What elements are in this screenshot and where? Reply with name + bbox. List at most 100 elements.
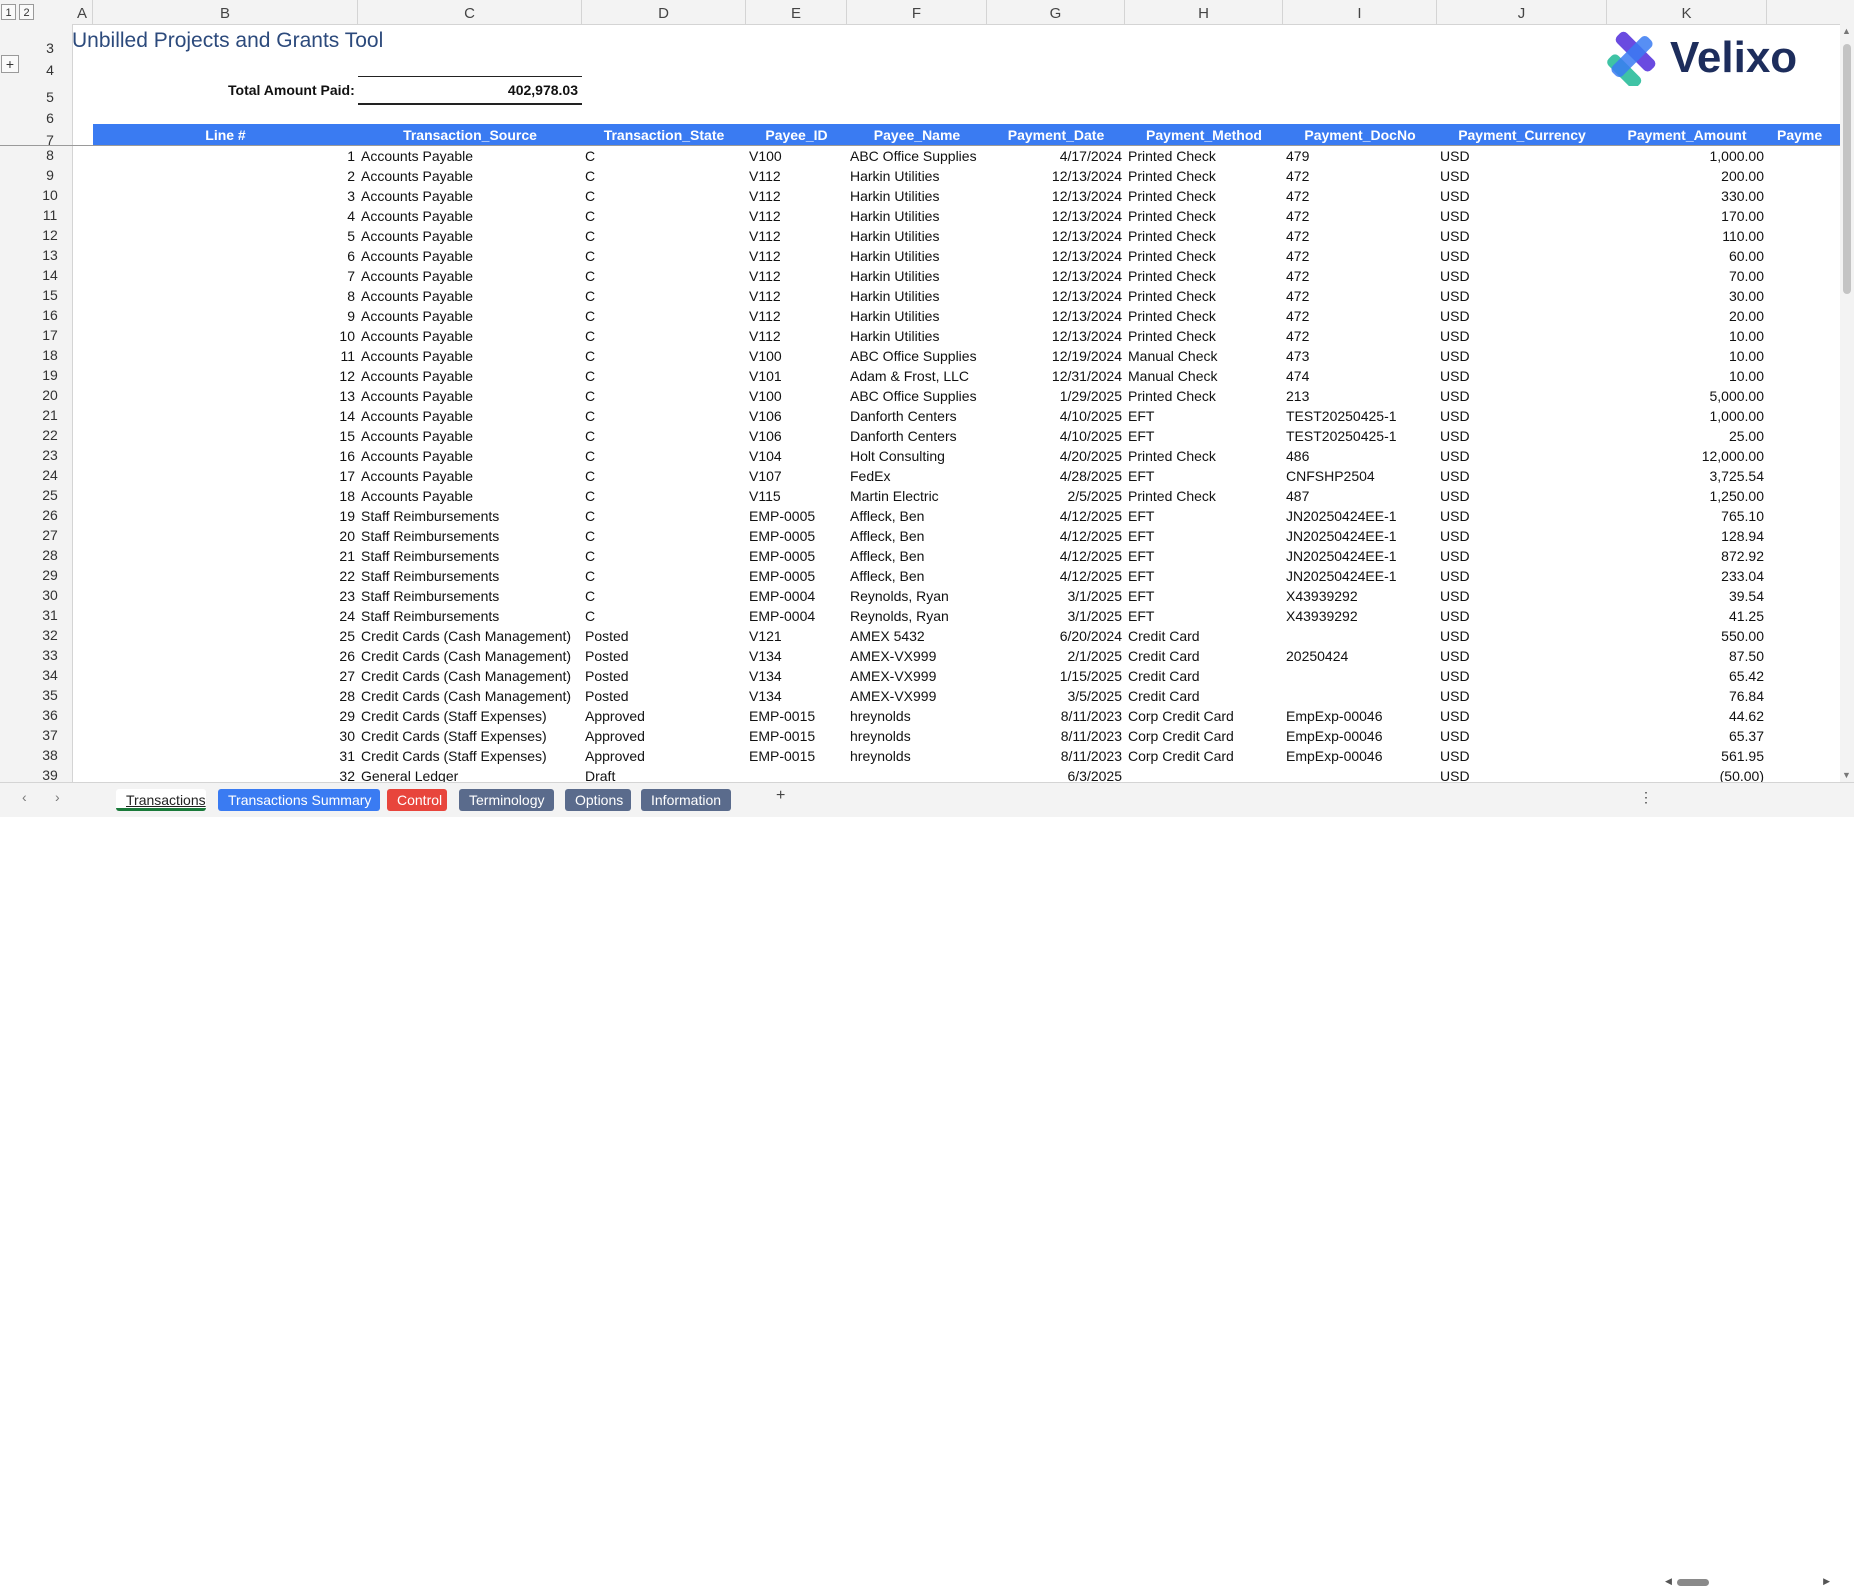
cell-transaction-state[interactable]: C bbox=[585, 286, 746, 306]
outline-level-2-button[interactable]: 2 bbox=[19, 4, 34, 20]
cell-payment-currency[interactable]: USD bbox=[1440, 686, 1607, 706]
cell-payee-name[interactable]: ABC Office Supplies bbox=[850, 386, 987, 406]
vertical-scrollbar[interactable]: ▲ ▼ bbox=[1840, 24, 1854, 782]
cell-payment-docno[interactable]: TEST20250425-1 bbox=[1286, 406, 1437, 426]
cell-transaction-state[interactable]: C bbox=[585, 406, 746, 426]
scroll-down-icon[interactable]: ▼ bbox=[1842, 770, 1851, 780]
cell-payment-currency[interactable]: USD bbox=[1440, 586, 1607, 606]
cell-payment-docno[interactable] bbox=[1286, 666, 1437, 686]
cell-transaction-state[interactable]: C bbox=[585, 186, 746, 206]
cell-transaction-source[interactable]: Accounts Payable bbox=[361, 186, 582, 206]
cell-payment-date[interactable]: 12/13/2024 bbox=[987, 186, 1122, 206]
cell-transaction-source[interactable]: Credit Cards (Cash Management) bbox=[361, 626, 582, 646]
cell-payee-name[interactable]: Harkin Utilities bbox=[850, 306, 987, 326]
column-header-b[interactable]: B bbox=[93, 0, 358, 24]
cell-payment-docno[interactable]: 472 bbox=[1286, 286, 1437, 306]
cell-line-number[interactable]: 20 bbox=[93, 526, 355, 546]
cell-payment-docno[interactable]: 487 bbox=[1286, 486, 1437, 506]
cell-transaction-source[interactable]: Credit Cards (Staff Expenses) bbox=[361, 706, 582, 726]
row-number[interactable]: 20 bbox=[30, 387, 70, 403]
cell-line-number[interactable]: 12 bbox=[93, 366, 355, 386]
cell-payment-amount[interactable]: 330.00 bbox=[1607, 186, 1764, 206]
cell-payment-date[interactable]: 2/1/2025 bbox=[987, 646, 1123, 666]
row-number[interactable]: 19 bbox=[30, 367, 70, 383]
header-line-number[interactable]: Line # bbox=[93, 124, 358, 145]
cell-payment-amount[interactable]: 87.50 bbox=[1607, 646, 1764, 666]
cell-payment-docno[interactable]: 472 bbox=[1286, 306, 1437, 326]
cell-payment-currency[interactable]: USD bbox=[1440, 206, 1607, 226]
cell-transaction-source[interactable]: Accounts Payable bbox=[361, 386, 582, 406]
row-number[interactable]: 30 bbox=[30, 587, 70, 603]
cell-payment-amount[interactable]: 41.25 bbox=[1607, 606, 1764, 626]
cell-payment-method[interactable]: EFT bbox=[1128, 566, 1283, 586]
cell-transaction-source[interactable]: Credit Cards (Staff Expenses) bbox=[361, 726, 582, 746]
cell-payment-docno[interactable]: 472 bbox=[1286, 266, 1437, 286]
cell-transaction-source[interactable]: Accounts Payable bbox=[361, 346, 582, 366]
column-header-i[interactable]: I bbox=[1283, 0, 1437, 24]
cell-payee-name[interactable]: Reynolds, Ryan bbox=[850, 606, 987, 626]
cell-payee-name[interactable]: Danforth Centers bbox=[850, 406, 987, 426]
cell-transaction-state[interactable]: Posted bbox=[585, 646, 746, 666]
row-number[interactable]: 31 bbox=[30, 607, 70, 623]
cell-payee-id[interactable]: V112 bbox=[749, 226, 847, 246]
cell-payment-docno[interactable] bbox=[1286, 686, 1437, 706]
cell-payment-date[interactable]: 3/1/2025 bbox=[987, 586, 1123, 606]
row-number[interactable]: 14 bbox=[30, 267, 70, 283]
cell-payee-name[interactable]: AMEX-VX999 bbox=[850, 686, 987, 706]
cell-line-number[interactable]: 11 bbox=[93, 346, 355, 366]
cell-payment-currency[interactable]: USD bbox=[1440, 246, 1607, 266]
row-number[interactable]: 23 bbox=[30, 447, 70, 463]
cell-payment-date[interactable]: 8/11/2023 bbox=[987, 726, 1122, 746]
cell-payment-date[interactable]: 12/13/2024 bbox=[987, 286, 1122, 306]
cell-payment-method[interactable]: EFT bbox=[1128, 466, 1283, 486]
cell-transaction-state[interactable]: C bbox=[585, 526, 746, 546]
cell-payee-id[interactable]: V100 bbox=[749, 346, 847, 366]
cell-payment-docno[interactable]: EmpExp-00046 bbox=[1286, 706, 1437, 726]
cell-payee-name[interactable]: Harkin Utilities bbox=[850, 266, 987, 286]
cell-line-number[interactable]: 15 bbox=[93, 426, 355, 446]
cell-payment-date[interactable]: 12/13/2024 bbox=[987, 306, 1122, 326]
cell-transaction-state[interactable]: Approved bbox=[585, 706, 746, 726]
cell-payment-amount[interactable]: 25.00 bbox=[1607, 426, 1764, 446]
column-header-d[interactable]: D bbox=[582, 0, 746, 24]
sheet-tab-options[interactable]: Options bbox=[565, 789, 631, 811]
header-payment-docno[interactable]: Payment_DocNo bbox=[1283, 124, 1437, 145]
row-number[interactable]: 33 bbox=[30, 647, 70, 663]
cell-payment-docno[interactable]: JN20250424EE-1 bbox=[1286, 526, 1437, 546]
cell-line-number[interactable]: 19 bbox=[93, 506, 355, 526]
row-number[interactable]: 37 bbox=[30, 727, 70, 743]
cell-payment-date[interactable]: 4/12/2025 bbox=[987, 566, 1122, 586]
cell-transaction-source[interactable]: Staff Reimbursements bbox=[361, 566, 582, 586]
cell-payment-docno[interactable]: EmpExp-00046 bbox=[1286, 726, 1437, 746]
cell-payment-date[interactable]: 12/19/2024 bbox=[987, 346, 1122, 366]
cell-payee-id[interactable]: V112 bbox=[749, 326, 847, 346]
cell-transaction-source[interactable]: Staff Reimbursements bbox=[361, 506, 582, 526]
cell-payee-name[interactable]: Harkin Utilities bbox=[850, 166, 987, 186]
cell-payee-id[interactable]: V112 bbox=[749, 166, 847, 186]
cell-payment-docno[interactable]: JN20250424EE-1 bbox=[1286, 506, 1437, 526]
cell-transaction-source[interactable]: Accounts Payable bbox=[361, 366, 582, 386]
cell-payee-name[interactable]: hreynolds bbox=[850, 706, 987, 726]
cell-payment-amount[interactable]: 70.00 bbox=[1607, 266, 1764, 286]
cell-payment-date[interactable]: 12/13/2024 bbox=[987, 166, 1122, 186]
cell-transaction-state[interactable]: Posted bbox=[585, 686, 746, 706]
row-number[interactable]: 4 bbox=[30, 62, 70, 78]
cell-transaction-source[interactable]: Accounts Payable bbox=[361, 166, 582, 186]
cell-payment-method[interactable]: Manual Check bbox=[1128, 366, 1283, 386]
row-number[interactable]: 29 bbox=[30, 567, 70, 583]
cell-payment-amount[interactable]: 872.92 bbox=[1607, 546, 1764, 566]
cell-payment-amount[interactable]: 765.10 bbox=[1607, 506, 1764, 526]
cell-transaction-source[interactable]: Accounts Payable bbox=[361, 466, 582, 486]
cell-transaction-state[interactable]: C bbox=[585, 226, 746, 246]
cell-payee-id[interactable]: V104 bbox=[749, 446, 847, 466]
cell-line-number[interactable]: 10 bbox=[93, 326, 355, 346]
cell-payment-date[interactable]: 12/13/2024 bbox=[987, 206, 1122, 226]
cell-payee-id[interactable]: V121 bbox=[749, 626, 847, 646]
row-number[interactable]: 25 bbox=[30, 487, 70, 503]
cell-line-number[interactable]: 1 bbox=[93, 146, 355, 166]
cell-payee-name[interactable]: Reynolds, Ryan bbox=[850, 586, 987, 606]
cell-transaction-state[interactable]: C bbox=[585, 346, 746, 366]
cell-payee-id[interactable]: EMP-0005 bbox=[749, 546, 847, 566]
cell-transaction-state[interactable]: C bbox=[585, 606, 746, 626]
row-number[interactable]: 9 bbox=[30, 167, 70, 183]
